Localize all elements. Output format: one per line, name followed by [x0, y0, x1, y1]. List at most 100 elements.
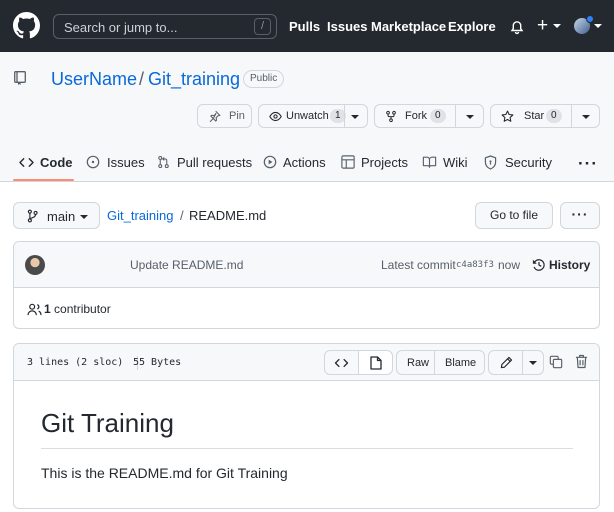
more-options-button[interactable]: ···	[560, 202, 600, 229]
fork-chevron-down-icon[interactable]	[466, 115, 474, 119]
fork-icon	[386, 110, 396, 123]
contributors-link[interactable]: 1 contributor	[44, 302, 111, 316]
star-count: 0	[546, 109, 562, 123]
contributors-count: 1	[44, 302, 51, 316]
readme-heading: Git Training	[41, 408, 174, 438]
fork-count: 0	[430, 109, 446, 123]
tab-pull-requests[interactable]: Pull requests	[177, 155, 252, 170]
raw-button[interactable]: Raw	[396, 350, 435, 375]
breadcrumb-repo-link[interactable]: Git_training	[107, 208, 173, 223]
fork-button[interactable]: Fork 0	[374, 104, 484, 128]
play-icon	[263, 155, 277, 169]
user-menu-chevron-down-icon[interactable]	[594, 24, 602, 28]
commit-time: now	[498, 258, 521, 272]
source-view-button[interactable]	[324, 350, 359, 375]
people-icon	[27, 303, 42, 316]
tab-issues[interactable]: Issues	[107, 155, 145, 170]
global-header: Search or jump to... / Pulls Issues Mark…	[0, 0, 614, 52]
star-label: Star	[524, 110, 545, 122]
more-tabs-icon[interactable]: ···	[578, 154, 598, 174]
github-logo-icon[interactable]	[13, 12, 40, 39]
button-divider	[571, 105, 572, 127]
contributors-label: contributor	[54, 302, 111, 316]
unwatch-button[interactable]: Unwatch 1	[258, 104, 368, 128]
star-button[interactable]: Star 0	[490, 104, 600, 128]
shield-icon	[484, 155, 497, 170]
commit-row: Update README.md Latest commit c4a83f3 n…	[14, 242, 599, 288]
file-line-count: 3 lines (2 sloc)	[27, 357, 124, 368]
code-icon	[19, 158, 34, 167]
book-icon	[422, 156, 437, 168]
readme-paragraph: This is the README.md for Git Training	[41, 465, 288, 481]
tab-wiki[interactable]: Wiki	[443, 155, 468, 170]
create-new-chevron-down-icon[interactable]	[553, 24, 561, 28]
history-icon	[532, 259, 545, 271]
issue-icon	[86, 155, 100, 169]
breadcrumb-separator: /	[180, 208, 184, 223]
repo-path-separator: /	[139, 69, 145, 89]
trash-icon[interactable]	[575, 354, 588, 369]
search-placeholder: Search or jump to...	[64, 20, 178, 35]
nav-pulls[interactable]: Pulls	[289, 19, 320, 34]
copy-icon[interactable]	[549, 355, 563, 369]
search-input[interactable]: Search or jump to... /	[53, 14, 277, 39]
edit-button[interactable]	[488, 350, 523, 375]
commit-sha-link[interactable]: c4a83f3	[456, 260, 494, 270]
branch-name: main	[47, 209, 76, 224]
star-chevron-down-icon[interactable]	[582, 115, 590, 119]
blame-label: Blame	[445, 357, 477, 369]
edit-chevron-down-icon	[529, 361, 537, 365]
latest-commit-box: Update README.md Latest commit c4a83f3 n…	[13, 241, 600, 329]
selected-tab-underline	[13, 179, 74, 181]
pin-icon	[209, 110, 221, 123]
tab-code[interactable]: Code	[40, 155, 73, 170]
file-viewer: 3 lines (2 sloc) 55 Bytes Raw Blame Git …	[13, 343, 600, 509]
pin-button[interactable]: Pin	[197, 104, 252, 128]
repository-header: UserName / Git_training Public Pin Unwat…	[0, 52, 614, 182]
search-shortcut-key: /	[254, 18, 271, 35]
nav-issues[interactable]: Issues	[327, 19, 367, 34]
watch-chevron-down-icon[interactable]	[351, 115, 359, 119]
button-divider	[344, 105, 345, 127]
nav-explore[interactable]: Explore	[448, 19, 496, 34]
file-size: 55 Bytes	[133, 357, 182, 368]
visibility-badge: Public	[243, 70, 285, 88]
file-icon	[370, 356, 382, 370]
star-icon	[501, 110, 514, 122]
pin-label: Pin	[229, 110, 245, 122]
pull-request-icon	[158, 155, 169, 169]
pencil-icon	[500, 356, 513, 369]
git-branch-icon	[27, 209, 38, 223]
repo-tabs: Code Issues Pull requests Actions Projec…	[0, 148, 614, 182]
table-icon	[341, 155, 355, 169]
committer-avatar[interactable]	[25, 255, 45, 275]
repo-name-link[interactable]: Git_training	[148, 69, 240, 90]
branch-chevron-down-icon	[80, 215, 88, 219]
code-icon	[334, 358, 349, 368]
breadcrumb-file-name: README.md	[189, 208, 267, 223]
file-header: 3 lines (2 sloc) 55 Bytes Raw Blame	[14, 344, 599, 381]
branch-selector-button[interactable]: main	[13, 202, 100, 229]
repo-owner-link[interactable]: UserName	[51, 69, 137, 90]
status-dot-icon	[586, 15, 594, 23]
fork-label: Fork	[405, 110, 427, 122]
button-divider	[455, 105, 456, 127]
eye-icon	[269, 111, 282, 122]
latest-commit-label: Latest commit	[381, 258, 456, 272]
nav-marketplace[interactable]: Marketplace	[371, 19, 446, 34]
tab-projects[interactable]: Projects	[361, 155, 408, 170]
notification-bell-icon[interactable]	[509, 18, 525, 35]
unwatch-label: Unwatch	[286, 110, 329, 122]
tab-actions[interactable]: Actions	[283, 155, 326, 170]
rendered-view-button[interactable]	[358, 350, 393, 375]
edit-dropdown-button[interactable]	[522, 350, 544, 375]
create-new-plus-icon[interactable]: +	[537, 16, 548, 35]
go-to-file-button[interactable]: Go to file	[475, 202, 553, 229]
commit-message-link[interactable]: Update README.md	[130, 258, 243, 272]
heading-rule	[41, 448, 573, 449]
history-link[interactable]: History	[549, 258, 590, 272]
blame-button[interactable]: Blame	[434, 350, 485, 375]
repo-icon	[14, 71, 26, 85]
tab-security[interactable]: Security	[505, 155, 552, 170]
raw-label: Raw	[407, 357, 430, 369]
